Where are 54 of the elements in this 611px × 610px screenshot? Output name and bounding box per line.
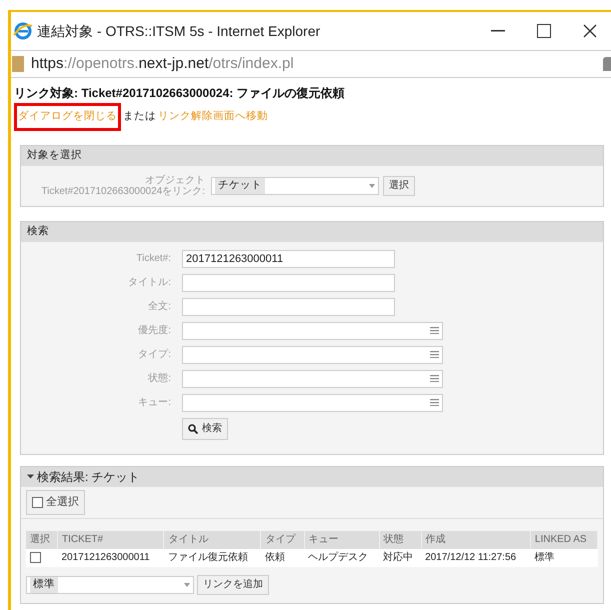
collapse-arrow-icon[interactable] [27, 473, 34, 480]
dropdown-arrow-icon [184, 582, 190, 587]
window-title: 連結対象 - OTRS::ITSM 5s - Internet Explorer [37, 22, 320, 41]
close-icon[interactable] [583, 24, 597, 38]
search-icon [188, 424, 198, 434]
select-all-button[interactable]: 全選択 [26, 490, 85, 515]
section-title: 検索結果: チケット [37, 468, 140, 486]
field-label: Ticket#: [135, 252, 171, 266]
table-cell: 2017/12/12 11:27:56 [421, 548, 530, 567]
field-label: 状態: [147, 372, 171, 386]
field-label: タイプ: [137, 348, 171, 362]
field-label: オブジェクト Ticket#2017102663000024をリンク: [40, 174, 205, 197]
dropdown-arrow-icon [369, 184, 375, 188]
multiselect-field[interactable] [182, 394, 443, 412]
table-cell: 対応中 [379, 548, 422, 567]
text-field[interactable] [182, 298, 395, 316]
multiselect-field[interactable] [182, 322, 443, 340]
multiselect-field[interactable] [182, 346, 443, 364]
selected-value: チケット [215, 178, 265, 194]
text-field[interactable] [182, 274, 395, 292]
link-separator: または [123, 109, 156, 124]
table-cell: 2017121263000011 [57, 548, 164, 567]
page-heading: リンク対象: Ticket#2017102663000024: ファイルの復元依頼 [14, 85, 346, 102]
text-field[interactable]: 2017121263000011 [182, 250, 395, 268]
browser-logo-icon [13, 21, 33, 41]
close-dialog-link[interactable]: ダイアログを閉じる [14, 103, 121, 131]
page-icon [11, 55, 25, 73]
table-cell: 依頼 [260, 548, 304, 567]
selected-value: 標準 [30, 576, 58, 593]
unlink-screen-link[interactable]: リンク解除画面へ移動 [158, 109, 268, 125]
section-header: 検索 [21, 222, 603, 242]
field-label: 全文: [147, 300, 171, 314]
list-icon [430, 375, 439, 382]
address-field[interactable]: https://openotrs.next-jp.net/otrs/index.pl [31, 52, 294, 76]
field-label: キュー: [137, 396, 171, 410]
multiselect-field[interactable] [182, 370, 443, 388]
checkbox[interactable] [32, 496, 43, 508]
table-cell: ファイル復元依頼 [164, 548, 261, 567]
checkbox[interactable] [30, 552, 41, 564]
minimize-icon[interactable] [491, 30, 505, 32]
field-label: タイトル: [127, 276, 171, 290]
section-header: 対象を選択 [21, 146, 603, 166]
add-link-button[interactable]: リンクを追加 [197, 574, 269, 595]
object-select[interactable]: チケット [211, 176, 379, 195]
list-icon [430, 351, 439, 358]
select-button[interactable]: 選択 [383, 176, 415, 196]
table-cell: 標準 [530, 548, 598, 567]
list-icon [430, 327, 439, 334]
list-icon [430, 399, 439, 406]
maximize-icon[interactable] [537, 24, 551, 38]
table-cell: ヘルプデスク [304, 548, 380, 567]
field-label: 優先度: [137, 324, 171, 338]
link-type-select[interactable]: 標準 [26, 576, 194, 594]
search-button[interactable]: 検索 [182, 418, 228, 440]
